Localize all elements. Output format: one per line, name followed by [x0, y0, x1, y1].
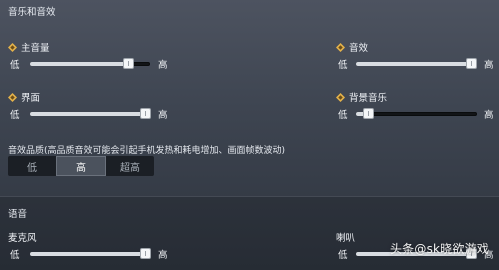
music-section-title: 音乐和音效 [8, 7, 56, 18]
speaker-min-label: 低 [338, 250, 348, 261]
interface-min-label: 低 [10, 110, 20, 121]
diamond-icon [8, 92, 17, 102]
interface-label: 界面 [21, 93, 41, 104]
slider-thumb[interactable] [123, 58, 135, 69]
sound-effects-label-group: 音效 [336, 40, 368, 54]
speaker-label: 喇叭 [336, 233, 356, 244]
slider-thumb[interactable] [140, 108, 151, 119]
background-music-label-group: 背景音乐 [336, 90, 387, 104]
microphone-max-label: 高 [158, 250, 168, 261]
slider-fill [30, 252, 151, 256]
speaker-label-group: 喇叭 [336, 230, 355, 244]
section-divider [0, 196, 499, 197]
background-music-slider[interactable] [356, 108, 477, 119]
main-volume-label-group: 主音量 [8, 40, 50, 54]
main-volume-label: 主音量 [21, 43, 50, 54]
diamond-icon [336, 92, 345, 102]
interface-label-group: 界面 [8, 90, 40, 104]
microphone-slider[interactable] [30, 248, 151, 259]
slider-fill [356, 62, 477, 66]
audio-quality-selector: 低 高 超高 [8, 156, 154, 176]
audio-quality-description: 音效品质(高品质音效可能会引起手机发热和耗电增加、画面帧数波动) [8, 146, 286, 156]
microphone-label-group: 麦克风 [8, 230, 37, 244]
sound-effects-max-label: 高 [484, 60, 494, 71]
slider-thumb[interactable] [466, 58, 477, 69]
main-volume-slider[interactable] [30, 58, 150, 69]
slider-fill [30, 62, 129, 66]
interface-max-label: 高 [158, 110, 168, 121]
slider-fill [30, 112, 151, 116]
main-volume-min-label: 低 [10, 60, 20, 71]
background-music-label: 背景音乐 [349, 93, 388, 104]
slider-thumb[interactable] [363, 108, 375, 119]
sound-effects-slider[interactable] [356, 58, 477, 69]
voice-section-background [0, 197, 499, 270]
voice-section-title: 语音 [8, 209, 28, 220]
diamond-icon [336, 42, 345, 52]
microphone-min-label: 低 [10, 250, 20, 261]
main-volume-max-label: 高 [158, 60, 168, 71]
sound-effects-min-label: 低 [338, 60, 348, 71]
slider-thumb[interactable] [140, 248, 151, 259]
diamond-icon [8, 42, 17, 52]
background-music-max-label: 高 [484, 110, 494, 121]
sound-effects-label: 音效 [349, 43, 369, 54]
microphone-label: 麦克风 [8, 233, 37, 244]
interface-slider[interactable] [30, 108, 151, 119]
quality-option-ultra[interactable]: 超高 [106, 156, 154, 176]
quality-option-high[interactable]: 高 [56, 156, 106, 176]
quality-option-low[interactable]: 低 [8, 156, 56, 176]
watermark-text: 头条@sk晓欲游戏 [389, 242, 489, 256]
background-music-min-label: 低 [338, 110, 348, 121]
